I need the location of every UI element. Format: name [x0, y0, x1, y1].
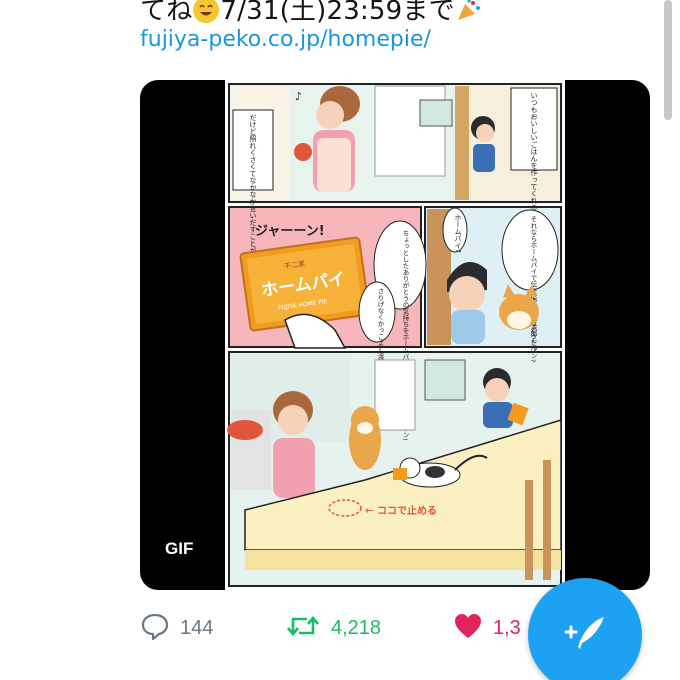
reply-button[interactable]: 144 — [140, 610, 213, 646]
reply-count: 144 — [180, 616, 214, 639]
retweet-count: 4,218 — [331, 616, 382, 639]
tweet-link[interactable]: fujiya-peko.co.jp/homepie/ — [140, 27, 431, 52]
comic-arrow: ← — [365, 504, 374, 517]
comic-image[interactable]: ♪ いつもおいしいごはんを作ってくれるお母さんに感謝の気持ちを伝えたい太郎くん … — [225, 80, 565, 590]
scrollbar[interactable] — [664, 0, 672, 120]
tweet-text-date: 7/31(土)23:59まで — [220, 0, 455, 26]
party-popper-emoji-icon — [455, 0, 481, 22]
comic-sfx-note: ♪ — [295, 90, 302, 103]
tweet-text: てね 7/31(土)23:59まで — [140, 0, 481, 27]
retweet-button[interactable]: 4,218 — [285, 610, 381, 646]
comic-sfx-jaan: ジャーーン! — [255, 224, 325, 239]
comic-boy-question: ホームパイ? — [454, 214, 462, 253]
smiling-face-emoji-icon — [193, 0, 220, 23]
compose-tweet-button[interactable] — [528, 578, 642, 680]
like-button[interactable]: 1,3 — [453, 610, 521, 646]
media-card[interactable]: ♪ いつもおいしいごはんを作ってくれるお母さんに感謝の気持ちを伝えたい太郎くん … — [140, 80, 650, 590]
tweet-text-start: てね — [140, 0, 193, 26]
retweet-icon — [285, 611, 321, 645]
like-count: 1,3 — [493, 616, 521, 639]
reply-icon — [140, 611, 170, 645]
heart-icon — [453, 612, 483, 644]
comic-stop-here: ココで止める — [377, 504, 437, 517]
compose-tweet-icon — [562, 613, 608, 657]
gif-badge: GIF — [165, 539, 194, 558]
